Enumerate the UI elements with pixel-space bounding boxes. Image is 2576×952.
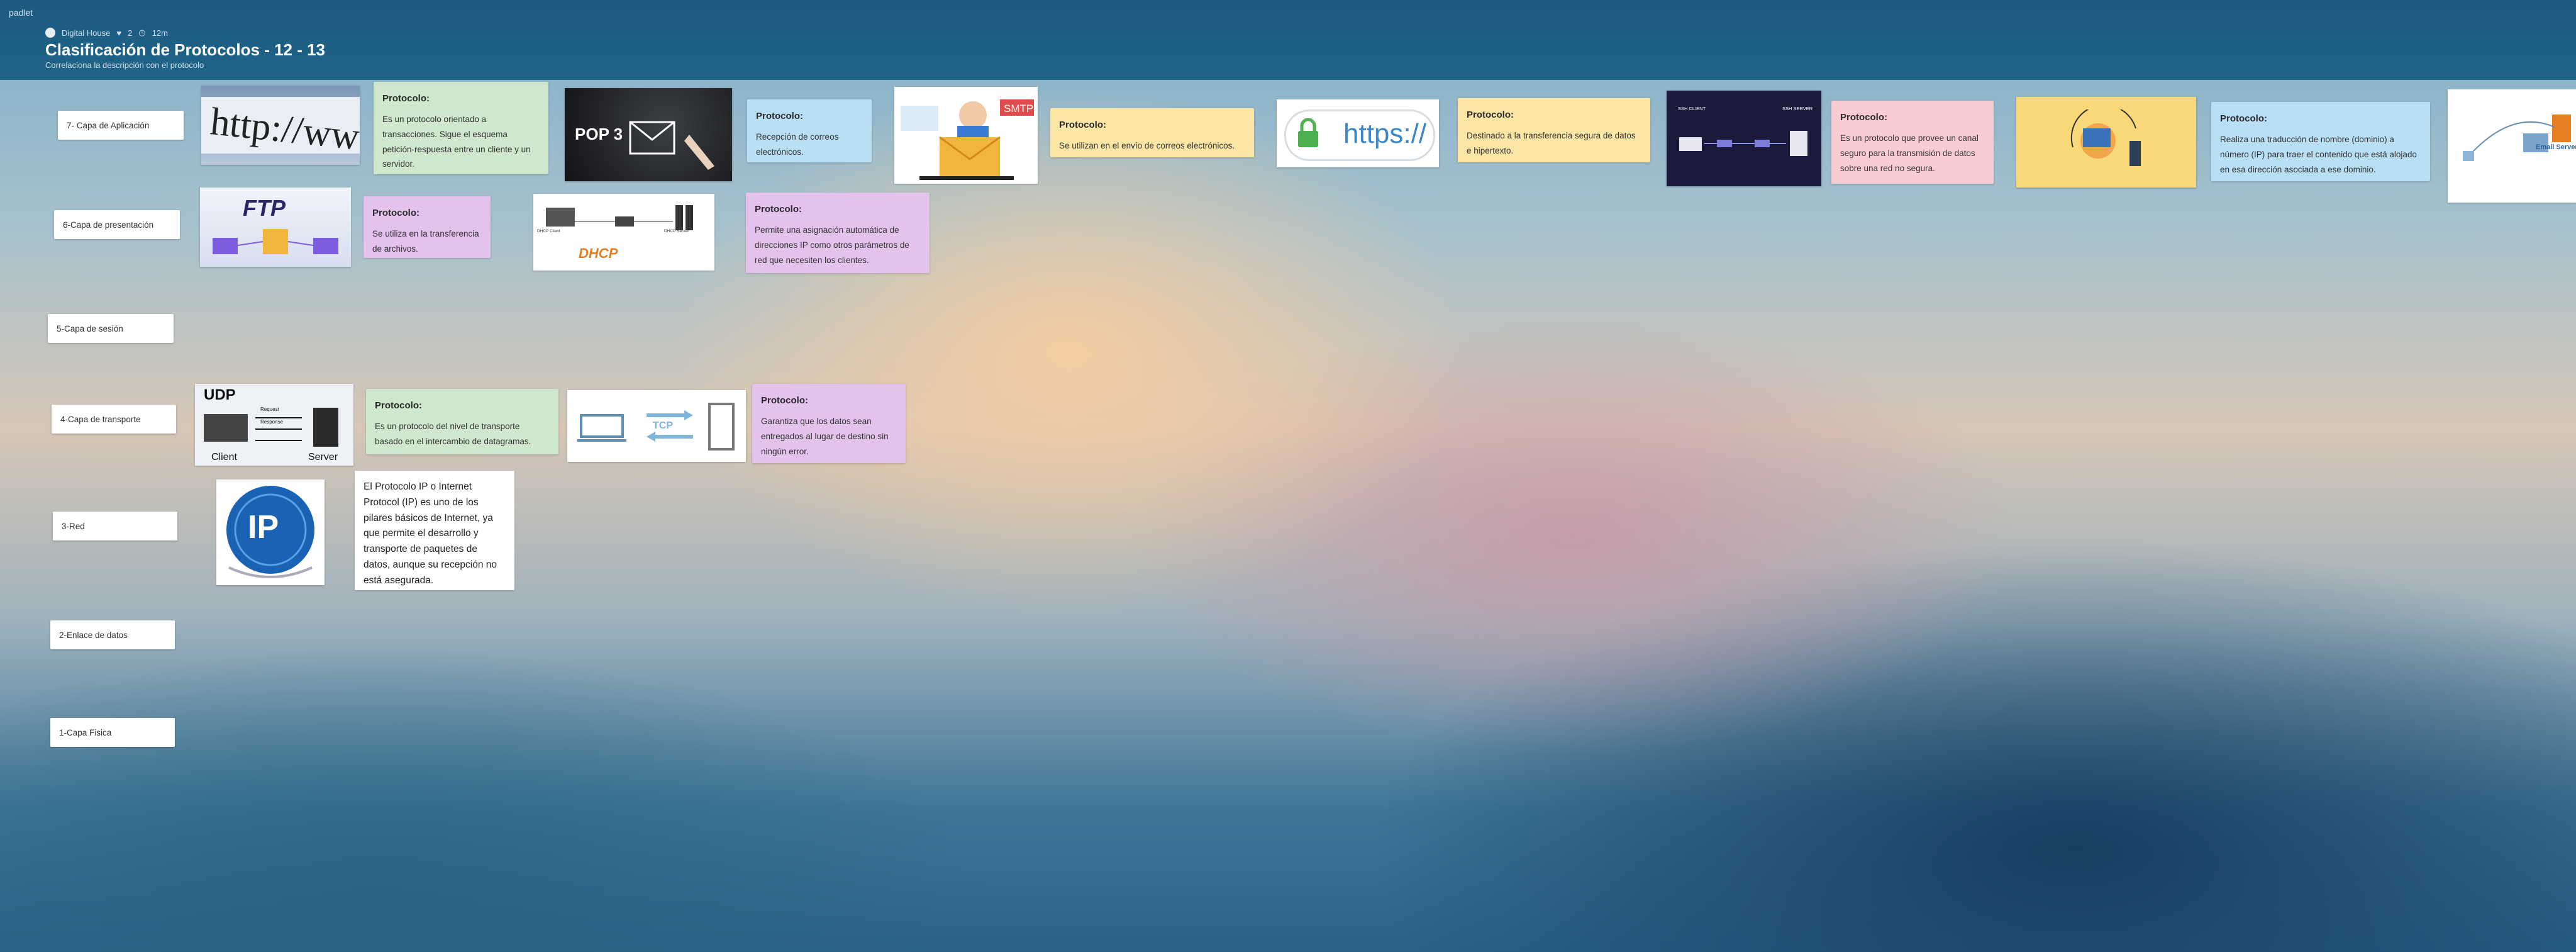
smtp-illustration: SMTP — [901, 99, 1034, 180]
udp-text: UDP — [204, 386, 236, 403]
protocol-card-http[interactable]: Protocolo: Es un protocolo orientado a t… — [374, 82, 548, 174]
card-title: Protocolo: — [2220, 113, 2267, 124]
protocol-card-pop3[interactable]: Protocolo: Recepción de correos electrón… — [747, 99, 872, 162]
card-text: Es un protocolo que provee un canal segu… — [1840, 133, 1979, 173]
dhcp-illustration — [546, 205, 693, 230]
protocol-card-dns[interactable]: Protocolo: Realiza una traducción de nom… — [2211, 102, 2430, 181]
dhcp-server-label: DHCP Server — [664, 229, 689, 233]
email-server-image[interactable]: Email Server — [2448, 89, 2576, 203]
card-text: Se utiliza en la transferencia de archiv… — [372, 229, 479, 254]
http-illustration: http://www — [201, 97, 360, 161]
protocol-card-ftp[interactable]: Protocolo: Se utiliza en la transferenci… — [364, 196, 491, 258]
ssh-client-label: SSH CLIENT — [1678, 106, 1706, 111]
dhcp-text: DHCP — [579, 245, 618, 261]
dhcp-image[interactable]: DHCP Client DHCP Server DHCP — [533, 194, 714, 271]
protocol-card-ip[interactable]: El Protocolo IP o Internet Protocol (IP)… — [355, 471, 514, 590]
http-image[interactable]: http://www — [201, 86, 360, 165]
author-name[interactable]: Digital House — [62, 28, 110, 38]
card-title: Protocolo: — [1059, 120, 1106, 130]
email-server-illustration — [2463, 115, 2571, 161]
lock-icon — [1298, 118, 1318, 147]
tcp-image[interactable]: TCP — [567, 390, 746, 462]
udp-response-label: Response — [260, 419, 284, 425]
email-server-label: Email Server — [2536, 143, 2576, 151]
ftp-image[interactable]: FTP — [200, 188, 351, 267]
layer-label-transport[interactable]: 4-Capa de transporte — [52, 405, 176, 434]
ip-text: IP — [248, 509, 279, 546]
card-text: Garantiza que los datos sean entregados … — [761, 417, 889, 456]
card-title: Protocolo: — [1840, 112, 1887, 123]
pop3-image[interactable]: POP 3 — [565, 88, 732, 181]
layer-label-application[interactable]: 7- Capa de Aplicación — [58, 111, 184, 140]
protocol-card-udp[interactable]: Protocolo: Es un protocolo del nivel de … — [366, 389, 558, 454]
card-title: Protocolo: — [756, 111, 803, 121]
https-text: https:// — [1343, 118, 1427, 149]
card-text: Destinado a la transferencia segura de d… — [1467, 131, 1636, 155]
card-text: Permite una asignación automática de dir… — [755, 225, 909, 265]
board-meta: Digital House ♥ 2 ◷ 12m — [45, 28, 168, 38]
pop3-text: POP 3 — [575, 125, 623, 143]
protocol-card-smtp[interactable]: Protocolo: Se utilizan en el envío de co… — [1050, 108, 1254, 157]
dns-illustration — [2070, 109, 2141, 166]
ssh-server-label: SSH SERVER — [1782, 106, 1813, 111]
card-title: Protocolo: — [382, 93, 430, 104]
layer-label-presentation[interactable]: 6-Capa de presentación — [54, 210, 180, 239]
udp-client-label: Client — [211, 452, 237, 462]
card-text: Es un protocolo del nivel de transporte … — [375, 422, 531, 446]
layer-label-network[interactable]: 3-Red — [53, 512, 177, 540]
dns-image[interactable] — [2016, 97, 2196, 188]
udp-request-label: Request — [260, 406, 279, 412]
card-title: Protocolo: — [1467, 109, 1514, 120]
author-avatar[interactable] — [45, 28, 55, 38]
card-text: Recepción de correos electrónicos. — [756, 132, 839, 157]
protocol-card-ssh[interactable]: Protocolo: Es un protocolo que provee un… — [1831, 101, 1994, 184]
likes-count: 2 — [128, 28, 133, 38]
card-text: Es un protocolo orientado a transaccione… — [382, 115, 531, 169]
https-image[interactable]: https:// — [1277, 99, 1439, 167]
ip-image[interactable]: IP — [216, 479, 325, 585]
envelope-icon — [629, 121, 714, 170]
card-title: Protocolo: — [372, 208, 419, 218]
card-text: El Protocolo IP o Internet Protocol (IP)… — [364, 481, 497, 586]
card-title: Protocolo: — [761, 395, 808, 406]
page-title: Clasificación de Protocolos - 12 - 13 — [45, 40, 326, 59]
clock-icon: ◷ — [138, 28, 146, 37]
protocol-card-tcp[interactable]: Protocolo: Garantiza que los datos sean … — [752, 384, 906, 463]
ssh-diagram — [1679, 131, 1807, 156]
card-title: Protocolo: — [375, 400, 422, 411]
page-subtitle: Correlaciona la descripción con el proto… — [45, 60, 204, 70]
layer-label-physical[interactable]: 1-Capa Fisica — [50, 718, 175, 747]
protocol-card-dhcp[interactable]: Protocolo: Permite una asignación automá… — [746, 193, 930, 273]
card-text: Se utilizan en el envío de correos elect… — [1059, 141, 1235, 151]
card-title: Protocolo: — [755, 204, 802, 215]
board-header: padlet Digital House ♥ 2 ◷ 12m Clasifica… — [0, 0, 2576, 80]
smtp-image[interactable]: SMTP — [894, 87, 1038, 184]
ftp-text: FTP — [243, 195, 286, 221]
layer-label-datalink[interactable]: 2-Enlace de datos — [50, 620, 175, 649]
smtp-text: SMTP — [1004, 103, 1033, 115]
padlet-logo[interactable]: padlet — [9, 8, 33, 18]
udp-image[interactable]: UDP Request Response Client Server — [195, 384, 353, 466]
heart-icon: ♥ — [116, 28, 122, 38]
tcp-text: TCP — [653, 420, 673, 431]
dhcp-client-label: DHCP Client — [537, 229, 560, 233]
layer-label-session[interactable]: 5-Capa de sesión — [48, 314, 174, 343]
board-time: 12m — [152, 28, 168, 38]
udp-server-label: Server — [308, 452, 338, 462]
ssh-image[interactable]: SSH CLIENT SSH SERVER — [1667, 91, 1821, 186]
card-text: Realiza una traducción de nombre (domini… — [2220, 135, 2417, 174]
ftp-illustration — [213, 229, 338, 254]
protocol-card-https[interactable]: Protocolo: Destinado a la transferencia … — [1458, 98, 1650, 162]
